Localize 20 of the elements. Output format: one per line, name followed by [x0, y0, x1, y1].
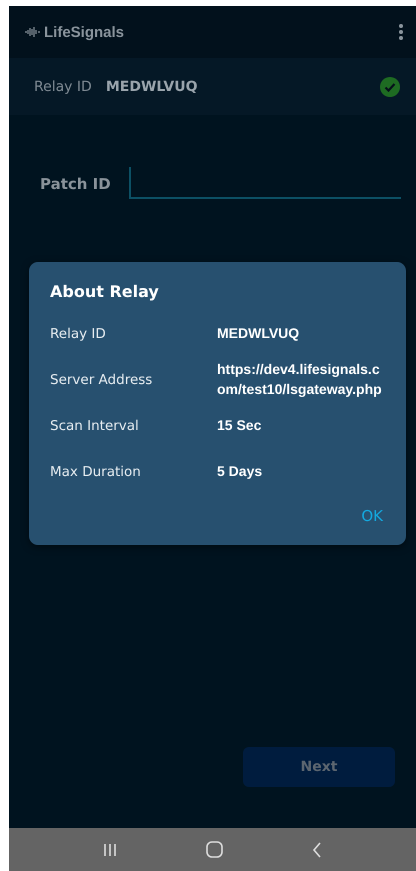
patch-label: Patch ID: [40, 175, 111, 195]
more-icon[interactable]: [398, 23, 404, 41]
info-value: 5 Days: [217, 462, 264, 482]
info-label: Relay ID: [50, 326, 107, 342]
info-value: MEDWLVUQ: [217, 324, 300, 344]
home-icon[interactable]: [206, 841, 223, 858]
back-icon[interactable]: [312, 842, 322, 858]
info-label: Server Address: [50, 372, 154, 388]
info-value: https://dev4.lifesignals.com/test10/lsgateway.php: [217, 360, 383, 399]
recents-icon[interactable]: [103, 842, 118, 856]
relay-label: Relay ID: [34, 78, 92, 94]
waveform-icon: [24, 27, 40, 37]
info-label: Max Duration: [50, 464, 142, 480]
relay-value: MEDWLVUQ: [106, 78, 198, 94]
info-label: Scan Interval: [50, 418, 140, 434]
ok-button[interactable]: OK: [359, 505, 385, 527]
info-value: 15 Sec: [217, 416, 262, 436]
patch-id-field[interactable]: [128, 167, 401, 199]
dialog-title: About Relay: [50, 282, 160, 301]
app-title: LifeSignals: [44, 24, 124, 40]
